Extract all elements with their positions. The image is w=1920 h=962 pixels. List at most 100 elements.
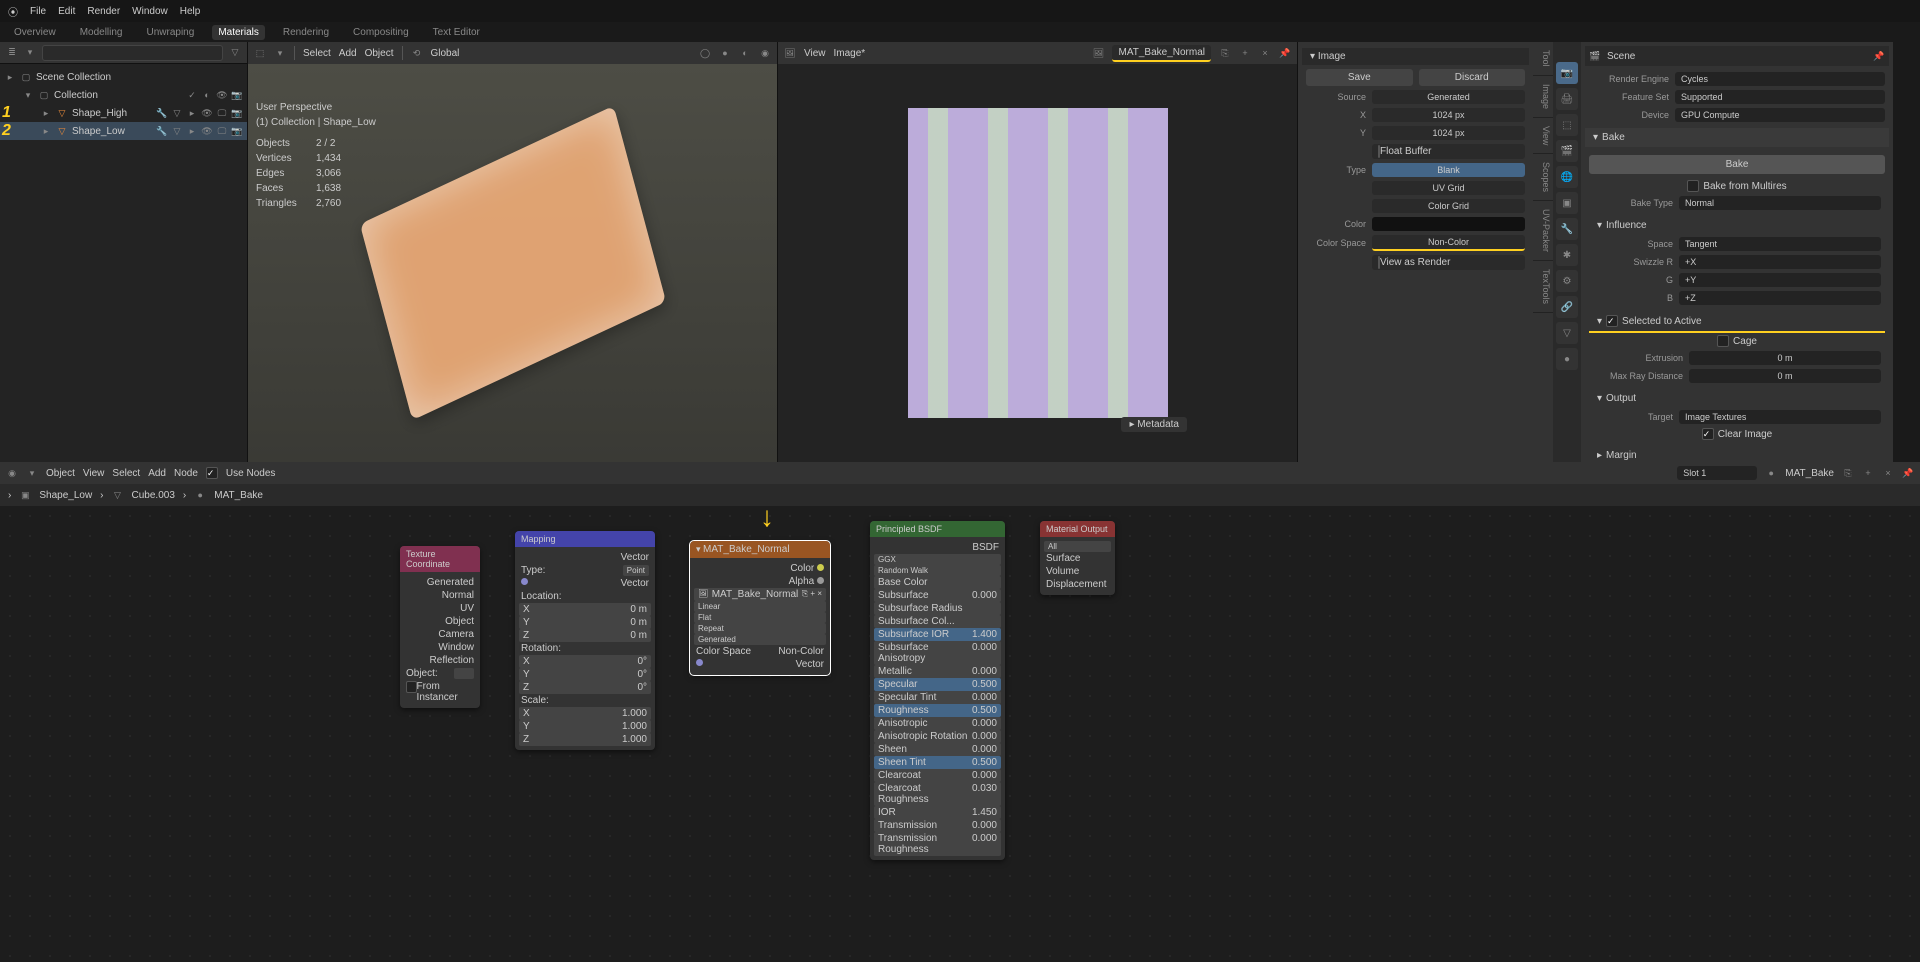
- editor-type-icon[interactable]: ⬚: [254, 47, 266, 59]
- v3d-menu-object[interactable]: Object: [365, 48, 394, 59]
- bsdf-row-16[interactable]: IOR1.450: [874, 806, 1001, 819]
- bsdf-row-8[interactable]: Specular Tint0.000: [874, 691, 1001, 704]
- bake-button[interactable]: Bake: [1589, 155, 1885, 174]
- node-canvas[interactable]: ↓ Texture Coordinate Generated Normal UV…: [0, 506, 1920, 962]
- chevron-right-icon[interactable]: ▸: [40, 107, 52, 119]
- output-header[interactable]: ▾ Output: [1589, 389, 1885, 408]
- bsdf-row-18[interactable]: Transmission Roughness0.000: [874, 832, 1001, 856]
- imgtex-interp[interactable]: Linear: [694, 601, 826, 612]
- bsdf-row-14[interactable]: Clearcoat0.000: [874, 769, 1001, 782]
- bsdf-row-7[interactable]: Specular0.500: [874, 678, 1001, 691]
- proptab-world[interactable]: 🌐: [1556, 166, 1578, 188]
- bsdf-dist[interactable]: GGX: [874, 554, 1001, 565]
- menu-edit[interactable]: Edit: [58, 6, 75, 17]
- y-field[interactable]: 1024 px: [1372, 126, 1525, 140]
- gentype-blank[interactable]: Blank: [1372, 163, 1525, 177]
- proptab-viewlayer[interactable]: ⬚: [1556, 114, 1578, 136]
- margin-header[interactable]: ▸ Margin: [1589, 446, 1885, 462]
- usenodes-check[interactable]: [206, 467, 218, 479]
- sel2act-header[interactable]: ▾ Selected to Active: [1589, 311, 1885, 333]
- ne-node[interactable]: Node: [174, 468, 198, 479]
- eye-icon[interactable]: 👁: [216, 89, 228, 101]
- proptab-modifier[interactable]: 🔧: [1556, 218, 1578, 240]
- image-section-header[interactable]: ▾ Image: [1302, 48, 1529, 65]
- sidetab-uvpacker[interactable]: UV-Packer: [1533, 201, 1553, 261]
- viewport-canvas[interactable]: User Perspective (1) Collection | Shape_…: [248, 64, 777, 462]
- ie-menu-image[interactable]: Image*: [834, 48, 866, 59]
- shading-solid-icon[interactable]: ●: [719, 47, 731, 59]
- node-texcoord[interactable]: Texture Coordinate Generated Normal UV O…: [400, 546, 480, 708]
- bsdf-row-9[interactable]: Roughness0.500: [874, 704, 1001, 717]
- sidetab-textools[interactable]: TexTools: [1533, 261, 1553, 313]
- sidetab-tool[interactable]: Tool: [1533, 42, 1553, 76]
- device-field[interactable]: GPU Compute: [1675, 108, 1885, 122]
- bsdf-row-0[interactable]: Base Color: [874, 576, 1001, 589]
- instancer-check[interactable]: [406, 681, 417, 693]
- select-toggle-icon[interactable]: ▸: [186, 107, 198, 119]
- proptab-data[interactable]: ▽: [1556, 322, 1578, 344]
- chevron-right-icon[interactable]: ▸: [40, 125, 52, 137]
- collection-check-icon[interactable]: ✓: [186, 89, 198, 101]
- shading-render-icon[interactable]: ◉: [759, 47, 771, 59]
- ws-tab-unwraping[interactable]: Unwraping: [141, 25, 201, 40]
- bsdf-row-1[interactable]: Subsurface0.000: [874, 589, 1001, 602]
- bsdf-row-15[interactable]: Clearcoat Roughness0.030: [874, 782, 1001, 806]
- select-toggle-icon[interactable]: ▸: [186, 125, 198, 137]
- mesh-data-icon[interactable]: ▽: [171, 107, 183, 119]
- viewport-icon[interactable]: 🖵: [216, 125, 228, 137]
- eye-icon[interactable]: 👁: [201, 107, 213, 119]
- swizb-field[interactable]: +Z: [1679, 291, 1881, 305]
- proptab-particles[interactable]: ✱: [1556, 244, 1578, 266]
- v3d-menu-select[interactable]: Select: [303, 48, 331, 59]
- source-field[interactable]: Generated: [1372, 90, 1525, 104]
- ne-view[interactable]: View: [83, 468, 105, 479]
- bsdf-row-4[interactable]: Subsurface IOR1.400: [874, 628, 1001, 641]
- bake-panel-header[interactable]: ▾ Bake: [1585, 128, 1889, 147]
- menu-help[interactable]: Help: [180, 6, 201, 17]
- bread-obj[interactable]: Shape_Low: [39, 490, 92, 501]
- x-field[interactable]: 1024 px: [1372, 108, 1525, 122]
- imgtex-src[interactable]: Generated: [694, 634, 826, 645]
- bsdf-row-13[interactable]: Sheen Tint0.500: [874, 756, 1001, 769]
- image-name-field[interactable]: MAT_Bake_Normal: [1112, 45, 1211, 62]
- gencolor-swatch[interactable]: [1372, 217, 1525, 231]
- baketype-field[interactable]: Normal: [1679, 196, 1881, 210]
- node-image-texture[interactable]: ▾ MAT_Bake_Normal Color Alpha 🖼 MAT_Bake…: [690, 541, 830, 675]
- bread-mesh[interactable]: Cube.003: [132, 490, 175, 501]
- target-field[interactable]: Image Textures: [1679, 410, 1881, 424]
- multires-check[interactable]: [1687, 180, 1699, 192]
- proptab-output[interactable]: 🖨: [1556, 88, 1578, 110]
- sidetab-view[interactable]: View: [1533, 118, 1553, 154]
- ws-tab-overview[interactable]: Overview: [8, 25, 62, 40]
- extrusion-field[interactable]: 0 m: [1689, 351, 1881, 365]
- cage-check[interactable]: [1717, 335, 1729, 347]
- ws-tab-rendering[interactable]: Rendering: [277, 25, 335, 40]
- node-material-output[interactable]: Material Output All Surface Volume Displ…: [1040, 521, 1115, 595]
- editor-type-icon[interactable]: 🖼: [784, 47, 796, 59]
- mode-dropdown[interactable]: ▾: [26, 467, 38, 479]
- pin-icon[interactable]: 📌: [1902, 467, 1914, 479]
- feature-field[interactable]: Supported: [1675, 90, 1885, 104]
- proptab-material[interactable]: ●: [1556, 348, 1578, 370]
- mesh-data-icon[interactable]: ▽: [171, 125, 183, 137]
- new-icon[interactable]: +: [1239, 47, 1251, 59]
- bsdf-sss[interactable]: Random Walk: [874, 565, 1001, 576]
- unlink-icon[interactable]: ×: [1259, 47, 1271, 59]
- obj-field[interactable]: [454, 668, 474, 679]
- raydist-field[interactable]: 0 m: [1689, 369, 1881, 383]
- ne-add[interactable]: Add: [148, 468, 166, 479]
- ne-object[interactable]: Object: [46, 468, 75, 479]
- new-icon[interactable]: +: [1862, 467, 1874, 479]
- imgtex-ext[interactable]: Repeat: [694, 623, 826, 634]
- sidetab-image[interactable]: Image: [1533, 76, 1553, 118]
- bsdf-row-11[interactable]: Anisotropic Rotation0.000: [874, 730, 1001, 743]
- sidetab-scopes[interactable]: Scopes: [1533, 154, 1553, 201]
- v3d-menu-add[interactable]: Add: [339, 48, 357, 59]
- browse-icon[interactable]: ⎘: [1842, 467, 1854, 479]
- outliner-dropdown-icon[interactable]: ▾: [24, 47, 36, 59]
- node-mapping[interactable]: Mapping Vector Type:Point Vector Locatio…: [515, 531, 655, 750]
- unlink-icon[interactable]: ×: [1882, 467, 1894, 479]
- mod-icon[interactable]: 🔧: [156, 125, 168, 137]
- outliner-search[interactable]: [42, 45, 223, 61]
- mapping-type[interactable]: Point: [623, 565, 649, 576]
